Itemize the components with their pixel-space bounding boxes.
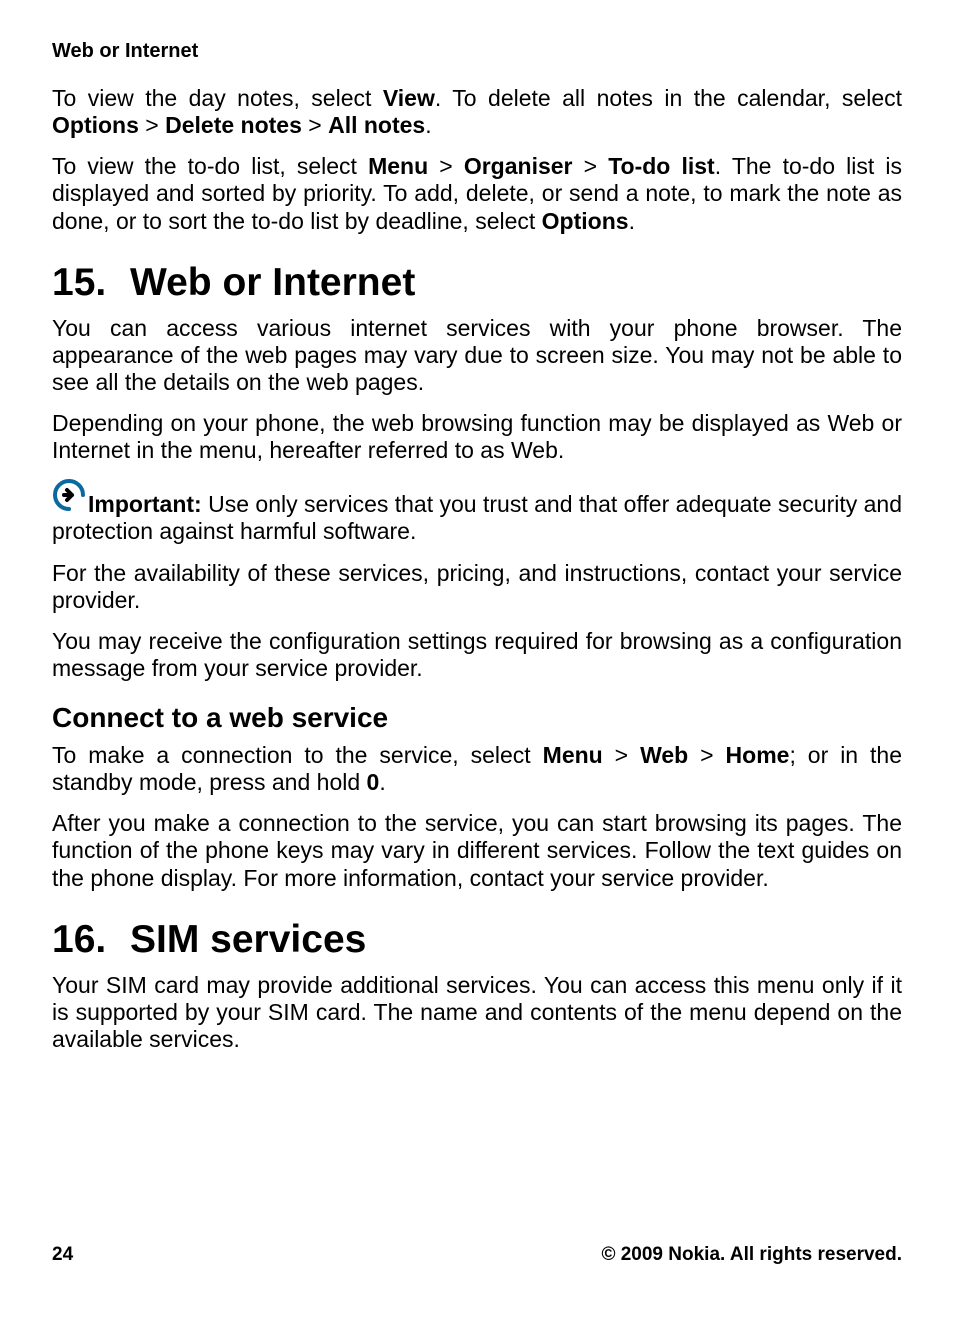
section-15-heading: 15.Web or Internet — [52, 261, 902, 305]
text: > — [603, 742, 640, 768]
section-title: SIM services — [130, 918, 366, 961]
text: > — [688, 742, 725, 768]
text: . — [379, 769, 385, 795]
subsection-connect-heading: Connect to a web service — [52, 702, 902, 734]
paragraph-s15-p4: You may receive the configuration settin… — [52, 628, 902, 682]
bold-web: Web — [640, 742, 688, 768]
page-footer: 24 © 2009 Nokia. All rights reserved. — [52, 1244, 902, 1266]
text: > — [139, 112, 165, 138]
running-header: Web or Internet — [52, 40, 902, 63]
page: Web or Internet To view the day notes, s… — [0, 0, 954, 1322]
bold-view: View — [383, 85, 435, 111]
text: > — [302, 112, 328, 138]
page-number: 24 — [52, 1244, 73, 1266]
copyright-text: © 2009 Nokia. All rights reserved. — [601, 1244, 902, 1266]
text: To make a connection to the service, sel… — [52, 742, 543, 768]
text: . — [425, 112, 431, 138]
important-label: Important: — [88, 491, 202, 517]
bold-todo-list: To-do list — [608, 153, 715, 179]
text: . To delete all notes in the calendar, s… — [435, 85, 902, 111]
bold-zero: 0 — [367, 769, 380, 795]
text: To view the day notes, select — [52, 85, 383, 111]
important-icon — [52, 478, 86, 518]
paragraph-s15-p2: Depending on your phone, the web browsin… — [52, 410, 902, 464]
paragraph-s15-p1: You can access various internet services… — [52, 315, 902, 396]
paragraph-s16-p1: Your SIM card may provide additional ser… — [52, 972, 902, 1053]
text: > — [428, 153, 464, 179]
bold-options: Options — [52, 112, 139, 138]
section-number: 15. — [52, 261, 130, 305]
section-title: Web or Internet — [130, 261, 415, 304]
section-number: 16. — [52, 918, 130, 962]
text: . — [629, 208, 635, 234]
bold-all-notes: All notes — [328, 112, 425, 138]
bold-home: Home — [726, 742, 790, 768]
paragraph-s15-p3: For the availability of these services, … — [52, 560, 902, 614]
paragraph-connect-p1: To make a connection to the service, sel… — [52, 742, 902, 796]
section-16-heading: 16.SIM services — [52, 918, 902, 962]
bold-menu: Menu — [543, 742, 603, 768]
important-paragraph: Important: Use only services that you tr… — [52, 478, 902, 545]
bold-options: Options — [542, 208, 629, 234]
important-block: Important: Use only services that you tr… — [52, 478, 902, 545]
paragraph-day-notes: To view the day notes, select View. To d… — [52, 85, 902, 139]
text: > — [573, 153, 609, 179]
paragraph-connect-p2: After you make a connection to the servi… — [52, 810, 902, 891]
bold-delete-notes: Delete notes — [165, 112, 302, 138]
bold-organiser: Organiser — [464, 153, 573, 179]
paragraph-todo-list: To view the to-do list, select Menu > Or… — [52, 153, 902, 234]
text: To view the to-do list, select — [52, 153, 368, 179]
bold-menu: Menu — [368, 153, 428, 179]
